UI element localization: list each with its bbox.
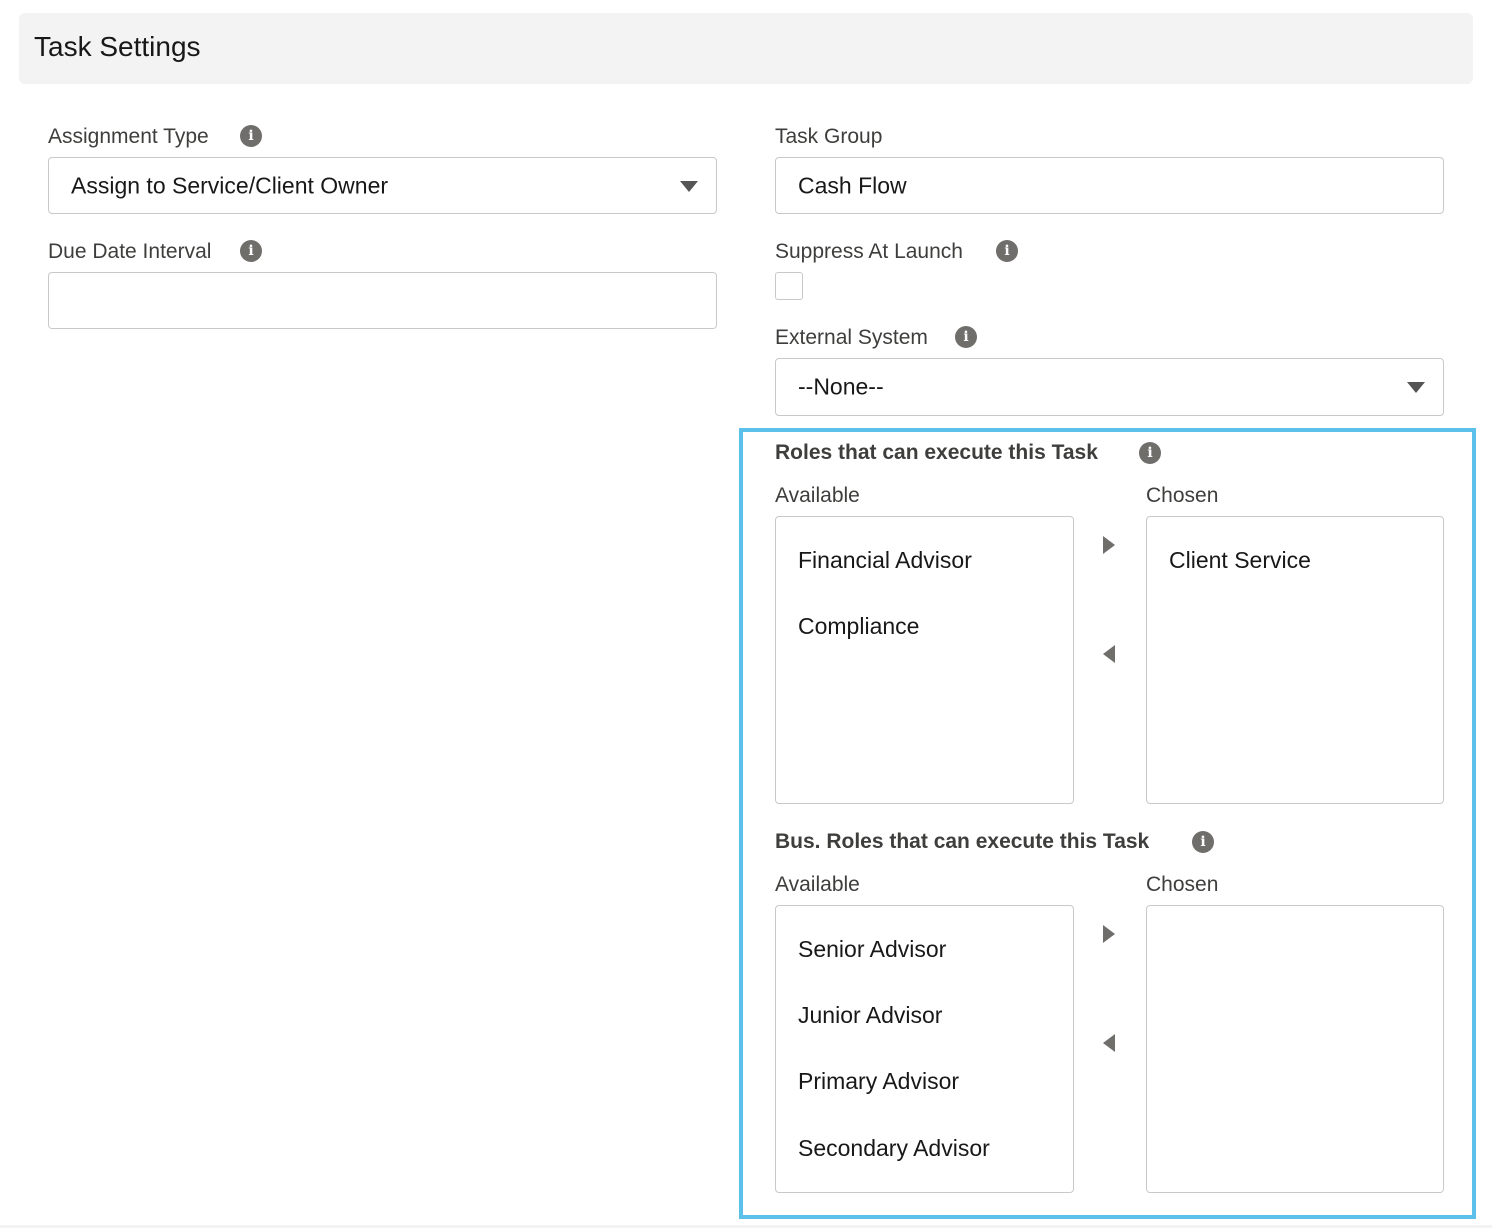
chevron-down-icon <box>1407 382 1425 393</box>
external-system-value: --None-- <box>798 373 884 400</box>
bus-roles-available-listbox[interactable]: Senior Advisor Junior Advisor Primary Ad… <box>775 905 1074 1193</box>
info-icon[interactable]: i <box>240 125 262 147</box>
list-item[interactable]: Primary Advisor <box>798 1068 959 1095</box>
arrow-right-icon[interactable] <box>1103 925 1115 943</box>
suppress-at-launch-label: Suppress At Launch <box>775 240 963 263</box>
assignment-type-label: Assignment Type <box>48 125 209 148</box>
external-system-label: External System <box>775 326 928 349</box>
bus-roles-available-label: Available <box>775 873 860 896</box>
list-item[interactable]: Senior Advisor <box>798 936 946 963</box>
list-item[interactable]: Junior Advisor <box>798 1002 942 1029</box>
info-icon[interactable]: i <box>955 326 977 348</box>
assignment-type-value: Assign to Service/Client Owner <box>71 172 389 198</box>
page-title: Task Settings <box>34 31 201 62</box>
chevron-down-icon <box>680 180 698 192</box>
arrow-right-icon[interactable] <box>1103 536 1115 554</box>
bus-roles-title: Bus. Roles that can execute this Task <box>775 830 1150 853</box>
roles-available-listbox[interactable]: Financial Advisor Compliance <box>775 516 1074 804</box>
list-item[interactable]: Compliance <box>798 613 919 640</box>
section-header: Task Settings <box>19 13 1473 84</box>
task-group-value: Cash Flow <box>798 172 907 198</box>
arrow-left-icon[interactable] <box>1103 1034 1115 1052</box>
bus-roles-chosen-label: Chosen <box>1146 873 1219 896</box>
external-system-select[interactable]: --None-- <box>775 358 1444 416</box>
task-group-input[interactable]: Cash Flow <box>775 157 1444 214</box>
info-icon[interactable]: i <box>1192 831 1214 853</box>
list-item[interactable]: Client Service <box>1169 547 1311 574</box>
due-date-interval-label: Due Date Interval <box>48 240 212 263</box>
roles-title: Roles that can execute this Task <box>775 441 1098 464</box>
due-date-interval-input[interactable] <box>48 272 717 329</box>
roles-available-label: Available <box>775 484 860 507</box>
bus-roles-chosen-listbox[interactable] <box>1146 905 1444 1193</box>
roles-chosen-label: Chosen <box>1146 484 1219 507</box>
arrow-left-icon[interactable] <box>1103 645 1115 663</box>
info-icon[interactable]: i <box>996 240 1018 262</box>
suppress-at-launch-checkbox[interactable] <box>775 272 803 300</box>
info-icon[interactable]: i <box>1139 442 1161 464</box>
list-item[interactable]: Secondary Advisor <box>798 1135 990 1162</box>
assignment-type-select[interactable]: Assign to Service/Client Owner <box>48 157 717 214</box>
info-icon[interactable]: i <box>240 240 262 262</box>
roles-chosen-listbox[interactable]: Client Service <box>1146 516 1444 804</box>
list-item[interactable]: Financial Advisor <box>798 547 972 574</box>
task-group-label: Task Group <box>775 125 883 148</box>
